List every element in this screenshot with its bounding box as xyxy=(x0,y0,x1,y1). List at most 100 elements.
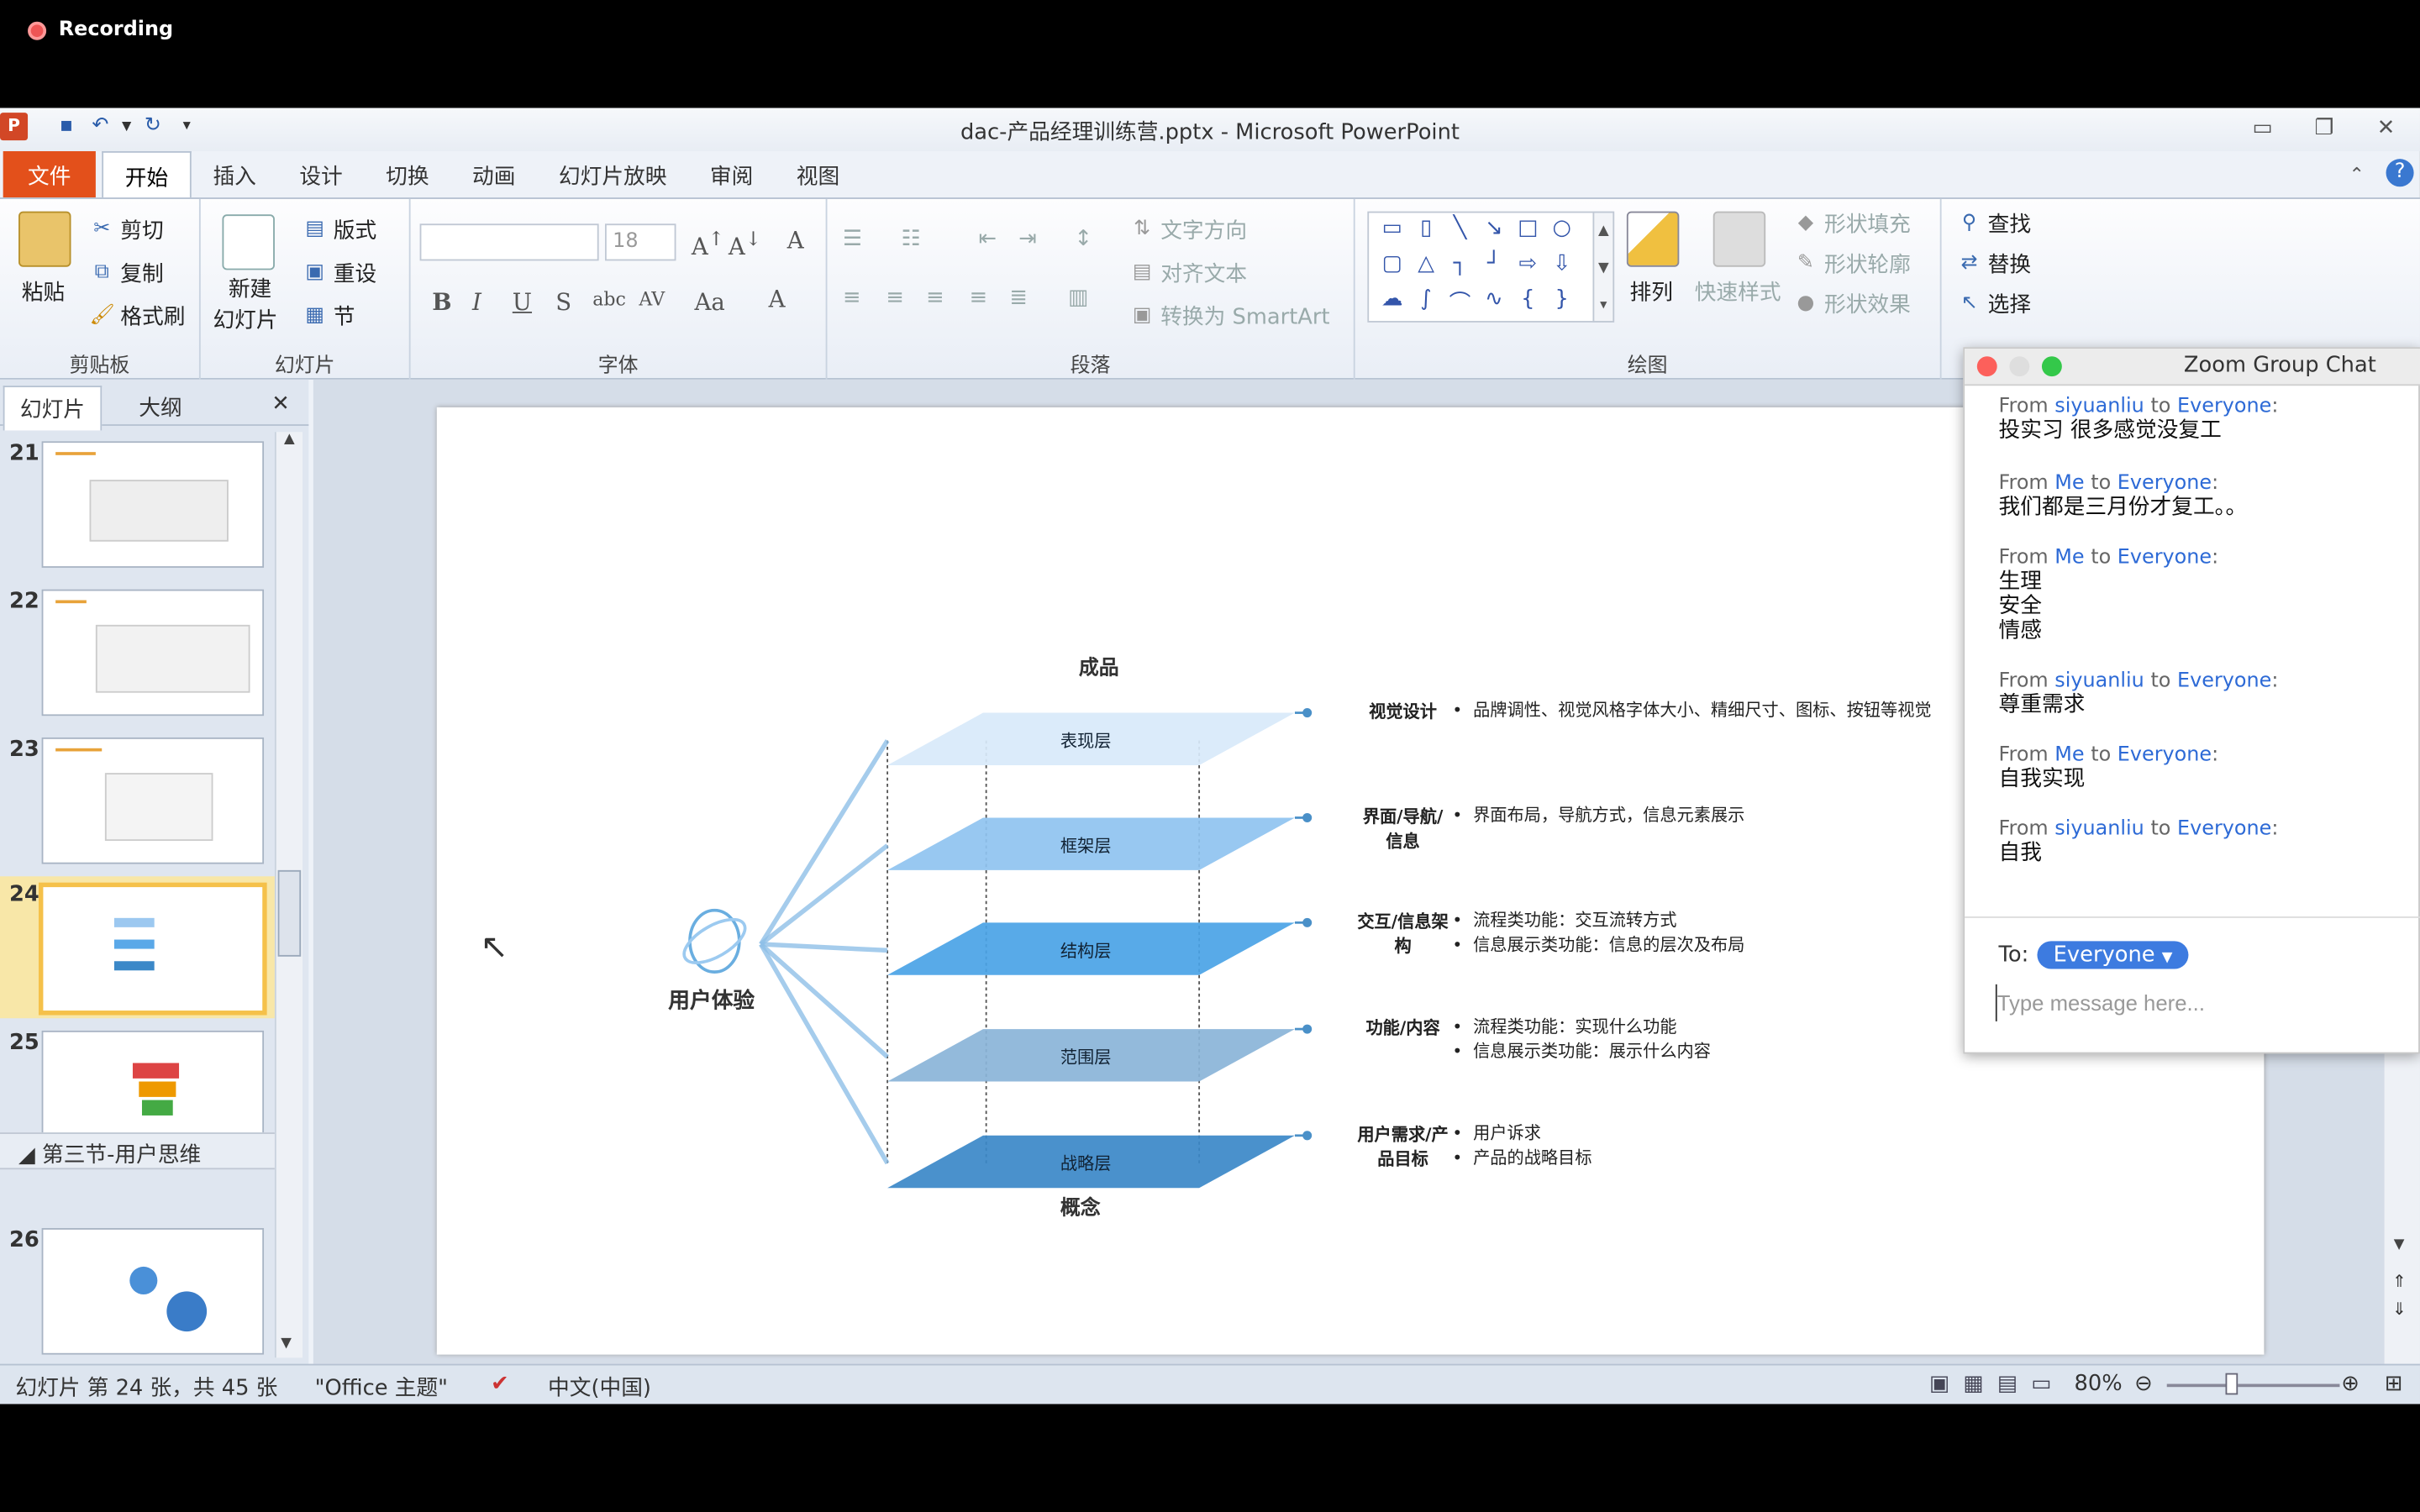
spellcheck-icon[interactable]: ✔ xyxy=(491,1372,509,1396)
scroll-down-arrow-icon[interactable]: ▼ xyxy=(2394,1237,2405,1252)
zoom-slider-thumb[interactable] xyxy=(2225,1373,2238,1395)
restore-button[interactable]: ❐ xyxy=(2296,111,2352,144)
tab-slideshow[interactable]: 幻灯片放映 xyxy=(537,151,688,197)
font-name-select[interactable] xyxy=(419,223,599,261)
quick-styles-icon[interactable] xyxy=(1712,211,1766,267)
shape-effects-button[interactable]: ● 形状效果 xyxy=(1793,288,1911,319)
undo-icon[interactable]: ↶ xyxy=(87,113,114,140)
arrow-line-shape-icon[interactable]: ↘ xyxy=(1477,216,1511,251)
arc-shape-icon[interactable]: ⌒ xyxy=(1443,287,1476,323)
rectangle-shape-icon[interactable]: □ xyxy=(1511,216,1544,251)
increase-indent-button[interactable]: ⇥ xyxy=(1018,227,1037,251)
text-direction-button[interactable]: ⇅ 文字方向 xyxy=(1129,214,1247,245)
powerpoint-logo-icon[interactable]: P xyxy=(0,113,29,141)
shadow-button[interactable]: S xyxy=(555,288,571,316)
tab-review[interactable]: 审阅 xyxy=(688,151,775,197)
left-brace-shape-icon[interactable]: { xyxy=(1511,287,1544,323)
redo-icon[interactable]: ↻ xyxy=(139,113,166,140)
slide-thumbnail[interactable] xyxy=(41,737,265,864)
close-button[interactable]: ✕ xyxy=(2358,111,2413,144)
slides-pane-scrollbar[interactable]: ▲ ▼ xyxy=(274,432,302,1358)
fit-to-window-icon[interactable]: ⊞ xyxy=(2385,1372,2403,1396)
align-left-button[interactable]: ≡ xyxy=(843,286,861,310)
decrease-indent-button[interactable]: ⇤ xyxy=(978,227,997,251)
vertical-textbox-shape-icon[interactable]: ▯ xyxy=(1409,216,1443,251)
zoom-in-icon[interactable]: ⊕ xyxy=(2341,1372,2360,1396)
normal-view-icon[interactable]: ▣ xyxy=(1929,1372,1949,1396)
columns-button[interactable]: ▥ xyxy=(1068,286,1088,310)
section-header[interactable]: ◢ 第三节-用户思维 xyxy=(0,1132,275,1170)
align-center-button[interactable]: ≡ xyxy=(886,286,904,310)
distribute-button[interactable]: ≣ xyxy=(1009,286,1028,310)
align-text-button[interactable]: ▤ 对齐文本 xyxy=(1129,258,1247,289)
undo-dropdown-icon[interactable]: ▼ xyxy=(120,113,133,140)
previous-slide-icon[interactable]: ⇑ xyxy=(2392,1271,2407,1291)
replace-button[interactable]: ⇄ 替换 xyxy=(1957,249,2031,280)
scribble-shape-icon[interactable]: ∫ xyxy=(1409,287,1443,323)
right-arrow-shape-icon[interactable]: ⇨ xyxy=(1511,251,1544,286)
down-arrow-shape-icon[interactable]: ⇩ xyxy=(1545,251,1579,286)
maximize-window-icon[interactable] xyxy=(2041,356,2062,377)
tab-view[interactable]: 视图 xyxy=(775,151,861,197)
bold-button[interactable]: B xyxy=(432,288,451,316)
char-spacing-button[interactable]: AV xyxy=(639,288,665,310)
tab-slides-pane[interactable]: 幻灯片 xyxy=(3,386,103,431)
sorter-view-icon[interactable]: ▦ xyxy=(1963,1372,1983,1396)
theme-name[interactable]: "Office 主题" xyxy=(315,1372,448,1403)
minimize-ribbon-icon[interactable]: ⌃ xyxy=(2349,164,2364,186)
rounded-rect-shape-icon[interactable]: ▢ xyxy=(1375,251,1408,286)
clear-format-icon[interactable]: A xyxy=(787,227,804,255)
slideshow-view-icon[interactable]: ▭ xyxy=(2031,1372,2051,1396)
scroll-down-icon[interactable]: ▼ xyxy=(281,1336,292,1352)
tab-transitions[interactable]: 切换 xyxy=(364,151,450,197)
triangle-shape-icon[interactable]: △ xyxy=(1409,251,1443,286)
paste-icon[interactable] xyxy=(18,211,71,267)
font-color-button[interactable]: A xyxy=(769,286,786,313)
smartart-button[interactable]: ▣ 转换为 SmartArt xyxy=(1129,301,1330,332)
quick-styles-button[interactable]: 快速样式 xyxy=(1695,276,1781,307)
arrange-icon[interactable] xyxy=(1626,211,1680,267)
numbering-button[interactable]: ☷ xyxy=(902,227,921,251)
shapes-gallery[interactable]: ▭ ▯ ╲ ↘ □ ○ ▢ △ ┐ ┘ ⇨ ⇩ ☁ ∫ ⌒ ∿{} xyxy=(1367,211,1612,323)
tab-file[interactable]: 文件 xyxy=(3,150,96,198)
elbow-arrow-shape-icon[interactable]: ┘ xyxy=(1477,251,1511,286)
strikethrough-button[interactable]: abc xyxy=(592,288,626,310)
paste-button[interactable]: 粘贴 xyxy=(22,276,65,307)
slide-thumbnail-selected[interactable] xyxy=(38,882,267,1016)
tab-home[interactable]: 开始 xyxy=(102,150,192,198)
recipient-dropdown[interactable]: Everyone ▼ xyxy=(2038,941,2188,969)
italic-button[interactable]: I xyxy=(472,288,481,316)
scroll-thumb[interactable] xyxy=(277,869,302,957)
tab-outline-pane[interactable]: 大纲 xyxy=(124,386,197,428)
elbow-connector-shape-icon[interactable]: ┐ xyxy=(1443,251,1476,286)
save-icon[interactable]: ▪ xyxy=(52,113,80,140)
customize-toolbar-icon[interactable]: ▾ xyxy=(173,113,201,140)
copy-button[interactable]: ⧉ 复制 xyxy=(90,258,164,289)
cut-button[interactable]: ✂ 剪切 xyxy=(90,214,163,245)
find-button[interactable]: ⚲ 查找 xyxy=(1957,208,2031,239)
select-button[interactable]: ↖ 选择 xyxy=(1957,288,2031,319)
freeform-shape-icon[interactable]: ☁ xyxy=(1375,287,1408,323)
format-painter-button[interactable]: 🖌 格式刷 xyxy=(90,301,186,332)
grow-font-icon[interactable]: A↑ xyxy=(692,227,724,260)
shrink-font-icon[interactable]: A↓ xyxy=(729,227,761,260)
language[interactable]: 中文(中国) xyxy=(548,1372,651,1403)
minimize-window-icon[interactable] xyxy=(2009,356,2030,377)
shape-outline-button[interactable]: ✎ 形状轮廓 xyxy=(1793,249,1911,280)
new-slide-icon[interactable] xyxy=(222,214,275,270)
line-spacing-button[interactable]: ↕ xyxy=(1074,227,1092,251)
tab-animations[interactable]: 动画 xyxy=(450,151,537,197)
new-slide-label-1[interactable]: 新建 xyxy=(229,273,271,304)
tab-design[interactable]: 设计 xyxy=(278,151,365,197)
shapes-scroll[interactable]: ▲ ▼ ▾ xyxy=(1592,211,1615,323)
justify-button[interactable]: ≡ xyxy=(969,286,987,310)
zoom-out-icon[interactable]: ⊖ xyxy=(2134,1372,2153,1396)
reset-button[interactable]: ▣ 重设 xyxy=(302,258,376,289)
textbox-shape-icon[interactable]: ▭ xyxy=(1375,216,1408,251)
minimize-button[interactable]: ▭ xyxy=(2235,111,2291,144)
scroll-up-icon[interactable]: ▲ xyxy=(276,432,302,447)
help-icon[interactable]: ? xyxy=(2386,159,2414,187)
close-window-icon[interactable] xyxy=(1976,356,1997,377)
reading-view-icon[interactable]: ▤ xyxy=(1997,1372,2018,1396)
font-size-select[interactable]: 18 xyxy=(604,223,676,261)
